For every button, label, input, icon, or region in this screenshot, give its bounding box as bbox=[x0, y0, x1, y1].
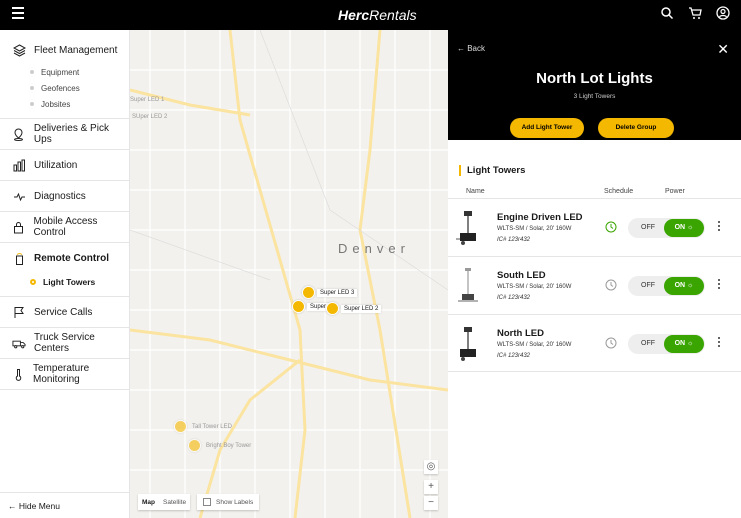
map-marker[interactable]: Tall Tower LED bbox=[174, 420, 235, 433]
section-title: Light Towers bbox=[459, 165, 525, 176]
more-options-icon[interactable] bbox=[718, 337, 722, 349]
city-label: Denver bbox=[338, 241, 410, 256]
sidebar-item-label: Fleet Management bbox=[34, 44, 118, 56]
column-header-name: Name bbox=[466, 188, 485, 195]
schedule-clock-icon[interactable] bbox=[605, 337, 617, 349]
map-marker[interactable]: Super bbox=[292, 300, 330, 313]
brand-logo: HercRentals bbox=[338, 7, 417, 23]
more-options-icon[interactable] bbox=[718, 221, 722, 233]
table-row[interactable]: North LED WLTS-SM / Solar, 20' 160W IC# … bbox=[448, 314, 741, 372]
sidebar-item-deliveries[interactable]: Deliveries & Pick Ups bbox=[0, 119, 129, 150]
page-subtitle: 3 Light Towers bbox=[573, 93, 616, 100]
layers-icon bbox=[12, 43, 26, 57]
light-tower-spec: WLTS-SM / Solar, 20' 160W bbox=[497, 284, 572, 290]
sidebar: Fleet Management Equipment Geofences Job… bbox=[0, 30, 130, 518]
hamburger-menu-icon[interactable] bbox=[12, 7, 28, 23]
remote-control-group: Remote Control Light Towers bbox=[0, 243, 129, 297]
sidebar-item-utilization[interactable]: Utilization bbox=[0, 150, 129, 181]
power-toggle[interactable]: OFF ON ☼ bbox=[628, 276, 705, 296]
delete-group-button[interactable]: Delete Group bbox=[598, 118, 674, 138]
sidebar-subitem-equipment[interactable]: Equipment bbox=[0, 64, 129, 80]
sidebar-subitem-geofences[interactable]: Geofences bbox=[0, 80, 129, 96]
page-title: North Lot Lights bbox=[536, 70, 653, 87]
map-label: Super LED 1 bbox=[130, 97, 165, 103]
sidebar-item-remote-control[interactable]: Remote Control bbox=[0, 243, 129, 274]
sidebar-item-truck-service[interactable]: Truck Service Centers bbox=[0, 328, 129, 359]
flag-icon bbox=[12, 305, 26, 319]
map-button[interactable]: Map bbox=[138, 499, 159, 506]
remote-icon bbox=[12, 252, 26, 266]
close-icon[interactable]: ✕ bbox=[717, 41, 729, 58]
panel-header: ← Back ✕ North Lot Lights 3 Light Towers… bbox=[448, 30, 741, 140]
bar-chart-icon bbox=[12, 158, 26, 172]
fleet-management-group: Fleet Management Equipment Geofences Job… bbox=[0, 30, 129, 119]
back-button[interactable]: ← Back bbox=[457, 44, 485, 53]
light-tower-name: North LED bbox=[497, 328, 544, 339]
thermometer-icon bbox=[12, 367, 25, 381]
zoom-out-button[interactable]: − bbox=[424, 496, 438, 510]
light-tower-id: IC# 123r432 bbox=[497, 353, 531, 359]
locate-icon[interactable]: ◎ bbox=[424, 460, 438, 474]
light-tower-image bbox=[458, 268, 478, 302]
sidebar-item-temperature[interactable]: Temperature Monitoring bbox=[0, 359, 129, 390]
table-row[interactable]: South LED WLTS-SM / Solar, 20' 160W IC# … bbox=[448, 256, 741, 314]
column-header-schedule: Schedule bbox=[604, 188, 634, 195]
pulse-icon bbox=[12, 189, 26, 203]
sidebar-item-diagnostics[interactable]: Diagnostics bbox=[0, 181, 129, 212]
sidebar-subitem-jobsites[interactable]: Jobsites bbox=[0, 96, 129, 112]
light-tower-id: IC# 123r432 bbox=[497, 295, 531, 301]
add-light-tower-button[interactable]: Add Light Tower bbox=[510, 118, 584, 138]
cart-icon[interactable] bbox=[687, 6, 703, 22]
light-tower-name: Engine Driven LED bbox=[497, 212, 583, 223]
top-bar: HercRentals bbox=[0, 0, 741, 30]
sidebar-item-mobile-access[interactable]: Mobile Access Control bbox=[0, 212, 129, 243]
search-icon[interactable] bbox=[659, 6, 675, 22]
more-options-icon[interactable] bbox=[718, 279, 722, 291]
map-streets bbox=[130, 30, 448, 518]
lock-icon bbox=[12, 220, 26, 234]
sidebar-subitem-light-towers[interactable]: Light Towers bbox=[0, 274, 129, 290]
sidebar-item-service-calls[interactable]: Service Calls bbox=[0, 297, 129, 328]
account-icon[interactable] bbox=[715, 6, 731, 22]
column-header-power: Power bbox=[665, 188, 685, 195]
show-labels-checkbox[interactable]: Show Labels bbox=[197, 494, 260, 510]
map-label: SUper LED 2 bbox=[132, 114, 168, 120]
map-marker[interactable]: Super LED 3 bbox=[302, 286, 358, 299]
schedule-clock-icon[interactable] bbox=[605, 221, 617, 233]
truck-icon bbox=[12, 336, 26, 350]
light-tower-list: Engine Driven LED WLTS-SM / Solar, 20' 1… bbox=[448, 198, 741, 372]
light-tower-spec: WLTS-SM / Solar, 20' 160W bbox=[497, 342, 572, 348]
power-toggle[interactable]: OFF ON ☼ bbox=[628, 218, 705, 238]
light-tower-id: IC# 123r432 bbox=[497, 237, 531, 243]
map-type-toggle: Map Satellite bbox=[138, 494, 191, 510]
light-tower-image bbox=[456, 211, 476, 245]
light-tower-image bbox=[460, 327, 476, 361]
map-view[interactable]: Super LED 1 SUper LED 2 Denver Super LED… bbox=[130, 30, 448, 518]
table-row[interactable]: Engine Driven LED WLTS-SM / Solar, 20' 1… bbox=[448, 198, 741, 256]
map-marker[interactable]: Bright Boy Tower bbox=[188, 439, 254, 452]
location-pin-icon bbox=[12, 127, 26, 141]
power-toggle[interactable]: OFF ON ☼ bbox=[628, 334, 705, 354]
hide-menu-button[interactable]: ← Hide Menu bbox=[0, 492, 130, 518]
light-tower-group-panel: ← Back ✕ North Lot Lights 3 Light Towers… bbox=[448, 30, 741, 518]
light-tower-spec: WLTS-SM / Solar, 20' 160W bbox=[497, 226, 572, 232]
sidebar-item-fleet-management[interactable]: Fleet Management bbox=[0, 30, 129, 64]
zoom-in-button[interactable]: + bbox=[424, 480, 438, 494]
map-marker[interactable]: Super LED 2 bbox=[326, 302, 382, 315]
light-tower-name: South LED bbox=[497, 270, 546, 281]
schedule-clock-icon[interactable] bbox=[605, 279, 617, 291]
satellite-button[interactable]: Satellite bbox=[159, 499, 190, 506]
